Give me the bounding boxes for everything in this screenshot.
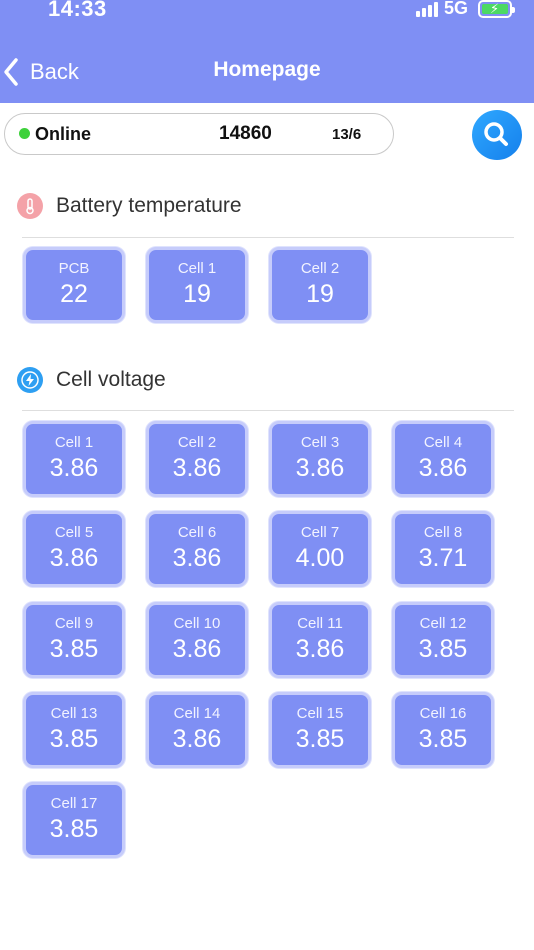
status-time: 14:33 (48, 0, 107, 21)
app-header: 14:33 5G ⚡ Back Homepage (0, 0, 534, 103)
voltage-tile: Cell 8 3.71 (392, 511, 494, 587)
voltage-tile: Cell 13 3.85 (23, 692, 125, 768)
tile-label: Cell 5 (54, 524, 94, 541)
online-status-label: Online (35, 124, 92, 144)
tile-label: Cell 13 (50, 705, 98, 722)
tile-value: 3.85 (49, 815, 99, 843)
tile-value: 3.85 (295, 725, 345, 753)
temperature-tile: Cell 2 19 (269, 247, 371, 323)
tile-value: 19 (183, 280, 211, 308)
voltage-tile: Cell 7 4.00 (269, 511, 371, 587)
tile-value: 3.86 (172, 725, 222, 753)
tile-value: 22 (60, 280, 88, 308)
voltage-tile: Cell 3 3.86 (269, 421, 371, 497)
tile-value: 19 (306, 280, 334, 308)
voltage-tile: Cell 10 3.86 (146, 602, 248, 678)
status-indicators: 5G ⚡ (415, 0, 515, 19)
tile-label: Cell 16 (419, 705, 467, 722)
battery-temperature-title: Battery temperature (56, 194, 242, 217)
voltage-tile: Cell 4 3.86 (392, 421, 494, 497)
network-type: 5G (443, 0, 468, 18)
voltage-tile: Cell 12 3.85 (392, 602, 494, 678)
tile-value: 3.86 (295, 454, 345, 482)
tile-value: 3.86 (172, 454, 222, 482)
tile-label: Cell 4 (423, 434, 463, 451)
tile-value: 3.86 (418, 454, 468, 482)
cell-voltage-title: Cell voltage (56, 368, 166, 391)
tile-label: Cell 15 (296, 705, 344, 722)
tile-value: 3.86 (295, 635, 345, 663)
tile-value: 3.85 (418, 725, 468, 753)
tile-label: Cell 17 (50, 795, 98, 812)
tile-label: Cell 11 (297, 615, 343, 632)
voltage-tile: Cell 2 3.86 (146, 421, 248, 497)
device-info-bar: Online 14860 13/6 (4, 113, 394, 155)
voltage-tile: Cell 14 3.86 (146, 692, 248, 768)
tile-label: Cell 10 (173, 615, 221, 632)
online-status-dot (19, 128, 30, 139)
tile-value: 3.85 (418, 635, 468, 663)
thermometer-icon (17, 193, 43, 219)
tile-label: Cell 12 (419, 615, 467, 632)
section-divider (22, 237, 514, 238)
tile-label: Cell 1 (177, 260, 217, 277)
tile-label: Cell 2 (300, 260, 340, 277)
voltage-tile: Cell 15 3.85 (269, 692, 371, 768)
tile-value: 3.86 (49, 544, 99, 572)
search-icon (484, 122, 508, 146)
temperature-tile: PCB 22 (23, 247, 125, 323)
voltage-tile: Cell 9 3.85 (23, 602, 125, 678)
tile-label: Cell 9 (54, 615, 94, 632)
date-label: 13/6 (332, 126, 362, 143)
voltage-tile: Cell 1 3.86 (23, 421, 125, 497)
search-button[interactable] (472, 110, 522, 160)
voltage-tile: Cell 5 3.86 (23, 511, 125, 587)
tile-value: 3.85 (49, 635, 99, 663)
lightning-icon (17, 367, 43, 393)
tile-label: Cell 3 (300, 434, 340, 451)
battery-icon: ⚡ (478, 0, 515, 18)
tile-label: Cell 14 (173, 705, 221, 722)
tile-value: 3.86 (172, 635, 222, 663)
tile-value: 3.85 (49, 725, 99, 753)
tile-label: PCB (58, 260, 90, 277)
voltage-tile: Cell 6 3.86 (146, 511, 248, 587)
page-title: Homepage (213, 58, 321, 81)
tile-label: Cell 8 (423, 524, 463, 541)
device-id: 14860 (219, 123, 272, 144)
temperature-tile: Cell 1 19 (146, 247, 248, 323)
voltage-tile: Cell 17 3.85 (23, 782, 125, 858)
tile-label: Cell 2 (177, 434, 217, 451)
tile-label: Cell 7 (300, 524, 340, 541)
signal-icon (415, 1, 438, 17)
voltage-tile: Cell 16 3.85 (392, 692, 494, 768)
tile-label: Cell 1 (54, 434, 94, 451)
section-divider (22, 410, 514, 411)
tile-value: 3.86 (172, 544, 222, 572)
tile-value: 3.71 (418, 544, 468, 572)
tile-value: 4.00 (295, 544, 345, 572)
tile-label: Cell 6 (177, 524, 217, 541)
tile-value: 3.86 (49, 454, 99, 482)
voltage-tile: Cell 11 3.86 (269, 602, 371, 678)
